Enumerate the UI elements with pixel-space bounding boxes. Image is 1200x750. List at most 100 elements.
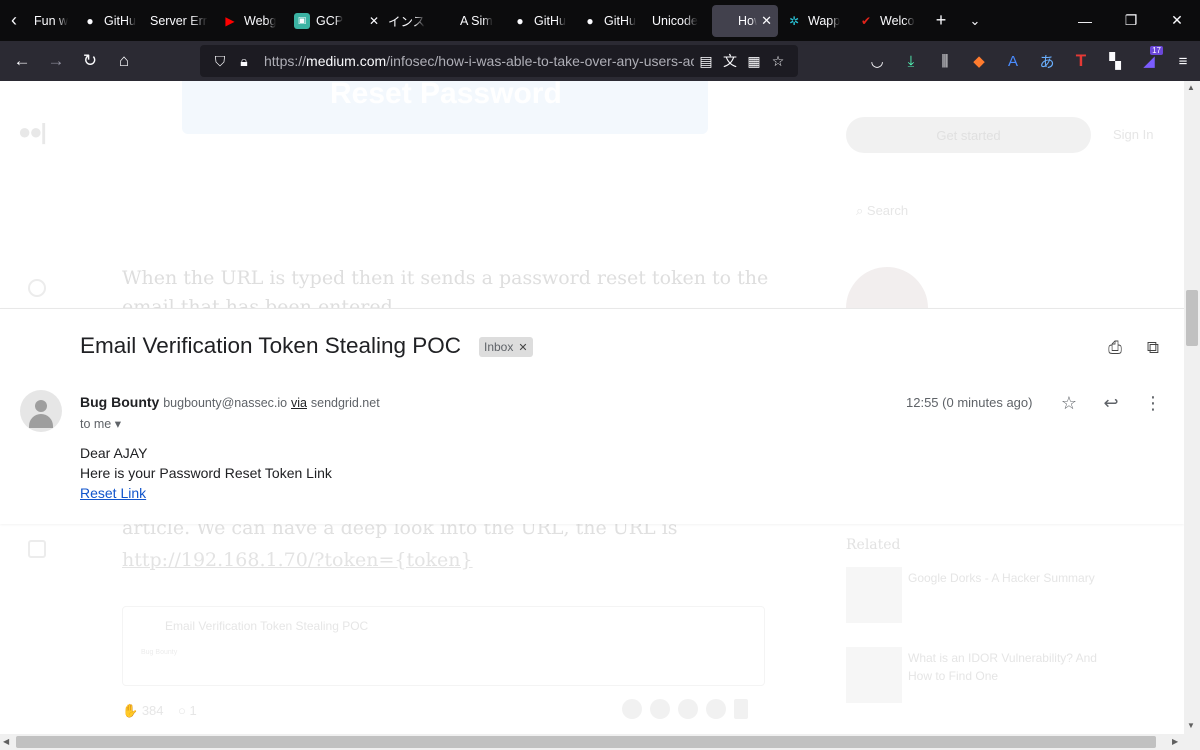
tab-4[interactable]: ▣ GCP — [288, 5, 358, 37]
star-button[interactable]: ☆ — [1057, 391, 1081, 415]
new-tab-button[interactable]: + — [924, 0, 958, 41]
wappalyzer-icon: ✲ — [788, 13, 800, 28]
horizontal-scrollbar[interactable]: ◀ ▶ — [0, 734, 1200, 750]
medium-logo-icon[interactable]: ●●| — [18, 119, 47, 145]
facebook-share-icon[interactable] — [650, 699, 670, 719]
vertical-scrollbar[interactable]: ▲ ▼ — [1184, 81, 1200, 734]
tab-8[interactable]: ● GitHu — [576, 5, 644, 37]
list-all-tabs-button[interactable]: ⌄ — [958, 0, 992, 41]
url-bar[interactable]: ⛉ 🔒︎ https://medium.com/infosec/how-i-wa… — [200, 45, 798, 77]
home-button[interactable]: ⌂ — [107, 44, 141, 78]
minimize-button[interactable]: — — [1062, 0, 1108, 41]
tab-2[interactable]: Server Erro — [144, 5, 214, 37]
email-subject: Email Verification Token Stealing POC — [80, 333, 462, 358]
home-icon: ⌂ — [118, 51, 130, 70]
tab-close-icon[interactable]: ✕ — [761, 13, 772, 29]
tab-scroll-left-button[interactable]: ‹ — [0, 0, 28, 41]
github-icon: ● — [586, 13, 594, 28]
tab-7[interactable]: ● GitHu — [506, 5, 574, 37]
tab-10-active[interactable]: How✕ — [712, 4, 778, 37]
twitter-share-icon[interactable] — [622, 699, 642, 719]
extension-badge-button[interactable]: ◢ 17 — [1132, 44, 1166, 78]
scroll-right-arrow-icon[interactable]: ▶ — [1172, 737, 1178, 746]
email-message-line: Here is your Password Reset Token Link — [80, 465, 332, 481]
remove-label-icon[interactable]: ✕ — [518, 341, 527, 354]
reply-button[interactable]: ↩ — [1099, 391, 1123, 415]
email-greeting: Dear AJAY — [80, 445, 148, 461]
reload-button[interactable]: ↻ — [73, 44, 107, 78]
search-icon: ⌕ — [856, 203, 864, 218]
tab-12[interactable]: ✔ Welco — [852, 5, 922, 37]
navigation-toolbar: ← → ↻ ⌂ ⛉ 🔒︎ https://medium.com/infosec/… — [0, 41, 1200, 81]
extension-t-button[interactable]: T — [1064, 44, 1098, 78]
tab-6[interactable]: A Sim — [440, 5, 504, 37]
related-item[interactable]: What is an IDOR Vulnerability? And How t… — [846, 647, 1156, 703]
library-button[interactable]: ⫼ — [928, 44, 962, 78]
forward-button[interactable]: → — [39, 44, 73, 78]
tab-5[interactable]: ✕ インス — [360, 5, 438, 37]
print-button[interactable]: ⎙ — [1104, 337, 1126, 359]
close-window-button[interactable]: ✕ — [1154, 0, 1200, 41]
bookmark-star-icon[interactable]: ☆ — [766, 49, 790, 73]
window-controls: — ❐ ✕ — [1062, 0, 1200, 41]
restore-button[interactable]: ❐ — [1108, 0, 1154, 41]
extension-translate-button[interactable]: A — [996, 44, 1030, 78]
arrow-left-icon: ← — [13, 51, 31, 70]
back-button[interactable]: ← — [5, 44, 39, 78]
extension-fox-button[interactable]: ◆ — [962, 44, 996, 78]
token-url-link[interactable]: http://192.168.1.70/?token={token} — [122, 549, 473, 571]
pocket-button[interactable]: ◡ — [860, 44, 894, 78]
reset-link[interactable]: Reset Link — [80, 485, 146, 501]
tab-3[interactable]: ▶ Webg — [216, 5, 286, 37]
close-icon: ✕ — [1171, 12, 1183, 28]
app-menu-button[interactable]: ≡ — [1166, 44, 1200, 78]
article-embedded-screenshot: Email Verification Token Stealing POC Bu… — [122, 606, 765, 686]
arrow-right-icon: → — [47, 51, 65, 70]
lock-icon[interactable]: 🔒︎ — [232, 49, 256, 73]
horizontal-scroll-thumb[interactable] — [16, 736, 1156, 748]
related-thumbnail — [846, 647, 902, 703]
tab-11[interactable]: ✲ Wapp — [780, 5, 850, 37]
related-item[interactable]: Google Dorks - A Hacker Summary — [846, 567, 1156, 623]
vertical-scroll-thumb[interactable] — [1186, 290, 1198, 346]
scroll-up-arrow-icon[interactable]: ▲ — [1187, 83, 1195, 92]
tab-0[interactable]: Fun w — [28, 5, 74, 37]
article-image-reset-password: Reset Password — [182, 81, 708, 134]
linkedin-share-icon[interactable] — [678, 699, 698, 719]
write-icon[interactable] — [28, 540, 46, 558]
shield-icon[interactable]: ⛉ — [208, 49, 232, 73]
url-text[interactable]: https://medium.com/infosec/how-i-was-abl… — [264, 53, 694, 69]
qr-code-icon[interactable]: ▦ — [742, 49, 766, 73]
notifications-icon[interactable] — [28, 279, 46, 297]
tab-1[interactable]: ● GitHu — [76, 5, 142, 37]
scroll-left-arrow-icon[interactable]: ◀ — [3, 737, 9, 746]
bookmark-icon[interactable] — [734, 699, 748, 719]
fox-extension-icon: ◆ — [973, 53, 985, 70]
extension-grid-button[interactable]: ▚ — [1098, 44, 1132, 78]
get-started-button[interactable]: Get started — [846, 117, 1091, 153]
extension-language-button[interactable]: あ — [1030, 44, 1064, 78]
sender-avatar — [20, 390, 62, 432]
more-options-button[interactable]: ⋮ — [1141, 391, 1165, 415]
reply-icon: ↩ — [1103, 392, 1119, 413]
recipient-details-toggle[interactable]: to me ▾ — [80, 416, 121, 431]
sidebar-search[interactable]: ⌕ Search — [856, 203, 908, 219]
gcp-icon: ▣ — [294, 12, 310, 29]
scroll-down-arrow-icon[interactable]: ▼ — [1187, 721, 1195, 730]
via-link[interactable]: via — [291, 396, 307, 410]
sign-in-link[interactable]: Sign In — [1113, 127, 1153, 142]
x-icon: ✕ — [368, 13, 380, 28]
translate-icon[interactable]: 文 — [718, 49, 742, 73]
tab-9[interactable]: Unicode — [646, 5, 710, 37]
downloads-button[interactable]: ⤓ — [894, 44, 928, 78]
open-in-new-window-button[interactable]: ⧉ — [1142, 337, 1164, 359]
link-share-icon[interactable] — [706, 699, 726, 719]
youtube-icon: ▶ — [225, 13, 235, 28]
open-external-icon: ⧉ — [1146, 338, 1160, 357]
restore-icon: ❐ — [1124, 12, 1138, 28]
reader-view-icon[interactable]: ▤ — [694, 49, 718, 73]
grid-extension-icon: ▚ — [1109, 53, 1121, 70]
clap-count[interactable]: ✋ 384 ○ 1 — [122, 703, 197, 719]
minimize-icon: — — [1078, 12, 1092, 29]
inbox-label-chip[interactable]: Inbox ✕ — [479, 337, 533, 357]
